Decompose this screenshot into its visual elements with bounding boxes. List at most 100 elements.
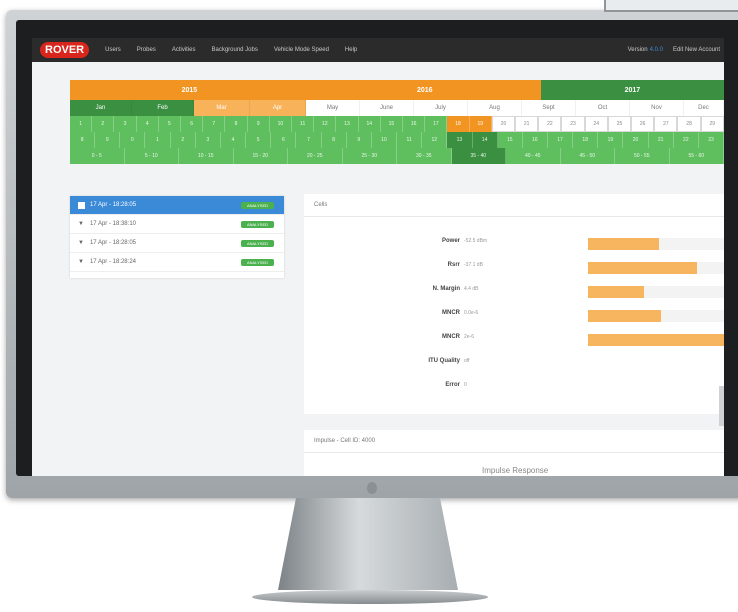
nav-item-activities[interactable]: Activities	[172, 47, 196, 53]
collapse-icon[interactable]	[78, 201, 85, 209]
year-2016[interactable]: 2016	[308, 80, 541, 100]
caret-down-icon[interactable]: ▼	[78, 221, 84, 227]
hour-cell[interactable]: 14	[472, 132, 498, 148]
hour-cell[interactable]: 13	[447, 132, 473, 148]
day-cell[interactable]: 8	[225, 116, 248, 132]
hour-cell[interactable]: 22	[673, 132, 699, 148]
range-cell[interactable]: 20 - 25	[288, 148, 343, 164]
nav-item-users[interactable]: Users	[105, 47, 121, 53]
day-cell[interactable]: 7	[203, 116, 226, 132]
range-cell[interactable]: 10 - 15	[179, 148, 234, 164]
hour-cell[interactable]: 0	[120, 132, 146, 148]
day-cell[interactable]: 5	[158, 116, 182, 132]
hour-cell[interactable]: 23	[698, 132, 724, 148]
month-mar[interactable]: Mar	[194, 100, 250, 116]
day-cell[interactable]: 28	[677, 116, 701, 132]
nav-item-help[interactable]: Help	[345, 47, 357, 53]
day-cell[interactable]: 6	[181, 116, 204, 132]
hour-cell[interactable]: 5	[246, 132, 272, 148]
range-cell[interactable]: 30 - 35	[397, 148, 452, 164]
day-cell[interactable]: 2	[92, 116, 115, 132]
range-cell[interactable]: 55 - 60	[669, 148, 724, 164]
hour-cell[interactable]: 8	[321, 132, 347, 148]
day-cell[interactable]: 29	[700, 116, 724, 132]
month-sept[interactable]: Sept	[522, 100, 576, 116]
nav-item-probes[interactable]: Probes	[137, 47, 156, 53]
day-cell[interactable]: 4	[136, 116, 159, 132]
day-cell[interactable]: 16	[403, 116, 426, 132]
session-row[interactable]: 17 Apr - 18:28:05 ANALYSED	[70, 196, 284, 215]
hour-cell[interactable]: 9	[346, 132, 372, 148]
range-cell[interactable]: 45 - 50	[560, 148, 615, 164]
range-cell[interactable]: 15 - 20	[233, 148, 288, 164]
session-row[interactable]: ▼ 17 Apr - 18:28:24 ANALYSED	[70, 253, 284, 272]
year-2015[interactable]: 2015	[70, 80, 309, 100]
edit-account-link[interactable]: Edit New Account	[673, 47, 720, 53]
day-cell[interactable]: 21	[515, 116, 539, 132]
month-jan[interactable]: Jan	[70, 100, 132, 116]
rover-logo[interactable]: ROVER	[40, 42, 90, 58]
day-cell[interactable]: 13	[336, 116, 359, 132]
day-cell[interactable]: 12	[314, 116, 337, 132]
session-row[interactable]: ▼ 17 Apr - 18:28:05 ANALYSED	[70, 234, 284, 253]
month-july[interactable]: July	[414, 100, 468, 116]
hour-cell[interactable]: 8	[70, 132, 96, 148]
range-cell[interactable]: 0 - 5	[70, 148, 125, 164]
month-dec[interactable]: Dec	[684, 100, 724, 116]
day-cell[interactable]: 19	[469, 116, 492, 132]
hour-cell[interactable]: 20	[623, 132, 649, 148]
metric-label: N. Margin	[432, 286, 460, 292]
hour-cell[interactable]: 3	[195, 132, 221, 148]
day-cell[interactable]: 20	[491, 116, 516, 132]
day-cell[interactable]: 1	[70, 116, 93, 132]
hour-cell[interactable]: 19	[598, 132, 624, 148]
day-cell[interactable]: 14	[358, 116, 381, 132]
month-apr[interactable]: Apr	[250, 100, 306, 116]
hour-cell[interactable]: 16	[522, 132, 548, 148]
year-2017[interactable]: 2017	[540, 80, 724, 100]
day-cell[interactable]: 9	[247, 116, 270, 132]
range-cell[interactable]: 50 - 55	[615, 148, 670, 164]
hour-cell[interactable]: 2	[170, 132, 196, 148]
day-cell[interactable]: 26	[631, 116, 655, 132]
month-feb[interactable]: Feb	[132, 100, 194, 116]
month-may[interactable]: May	[306, 100, 360, 116]
nav-item-vehicle-mode-speed[interactable]: Vehicle Mode Speed	[274, 47, 329, 53]
hour-cell[interactable]: 12	[422, 132, 448, 148]
range-cell[interactable]: 35 - 40	[451, 148, 506, 164]
range-cell[interactable]: 25 - 30	[342, 148, 397, 164]
day-cell[interactable]: 11	[292, 116, 315, 132]
day-cell[interactable]: 23	[561, 116, 585, 132]
hour-cell[interactable]: 15	[497, 132, 523, 148]
hour-cell[interactable]: 9	[95, 132, 121, 148]
hour-cell[interactable]: 7	[296, 132, 322, 148]
day-cell[interactable]: 25	[607, 116, 632, 132]
day-cell[interactable]: 15	[380, 116, 404, 132]
month-june[interactable]: June	[360, 100, 414, 116]
hour-cell[interactable]: 6	[271, 132, 297, 148]
day-cell[interactable]: 24	[584, 116, 608, 132]
caret-down-icon[interactable]: ▼	[78, 240, 84, 246]
day-cell[interactable]: 22	[538, 116, 562, 132]
scrollbar[interactable]	[719, 386, 724, 426]
day-cell[interactable]: 3	[114, 116, 137, 132]
nav-item-background-jobs[interactable]: Background Jobs	[211, 47, 257, 53]
day-cell[interactable]: 10	[269, 116, 293, 132]
caret-down-icon[interactable]: ▼	[78, 259, 84, 265]
hour-cell[interactable]: 21	[648, 132, 674, 148]
hour-cell[interactable]: 17	[547, 132, 574, 148]
month-aug[interactable]: Aug	[468, 100, 522, 116]
hour-cell[interactable]: 1	[145, 132, 171, 148]
day-cell[interactable]: 17	[425, 116, 448, 132]
hour-cell[interactable]: 11	[397, 132, 423, 148]
session-row[interactable]: ▼ 17 Apr - 18:38:10 ANALYSED	[70, 215, 284, 234]
month-nov[interactable]: Nov	[630, 100, 684, 116]
hour-cell[interactable]: 18	[573, 132, 599, 148]
range-cell[interactable]: 5 - 10	[124, 148, 179, 164]
day-cell[interactable]: 18	[447, 116, 470, 132]
range-cell[interactable]: 40 - 45	[506, 148, 561, 164]
hour-cell[interactable]: 4	[220, 132, 247, 148]
month-oct[interactable]: Oct	[576, 100, 630, 116]
day-cell[interactable]: 27	[654, 116, 678, 132]
hour-cell[interactable]: 10	[371, 132, 398, 148]
